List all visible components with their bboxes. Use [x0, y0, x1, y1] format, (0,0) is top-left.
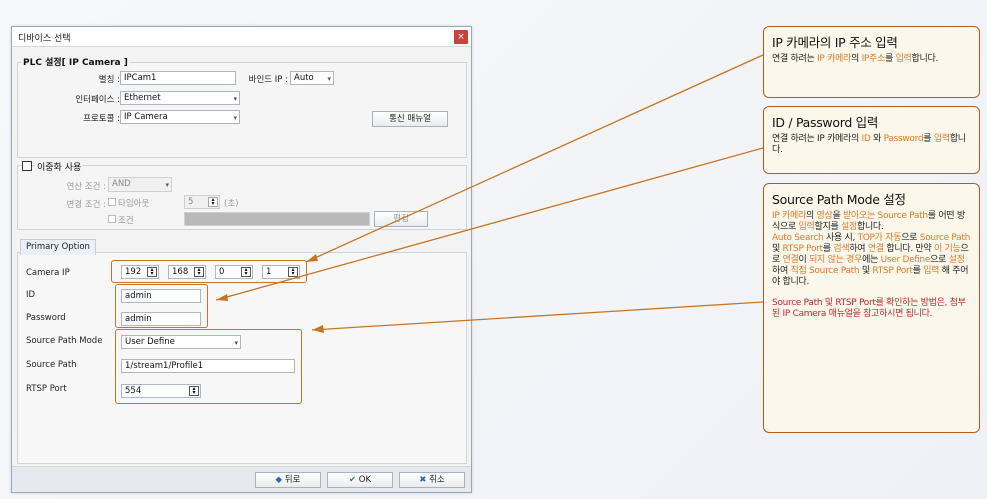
- arrowhead-source: [312, 325, 324, 333]
- callout-ip-address: IP 카메라의 IP 주소 입력 연결 하려는 IP 카메라의 IP주소를 입력…: [763, 26, 980, 98]
- callout-source-p2-segment: RTSP Port: [782, 244, 824, 254]
- callout-source-p1-segment: 입력: [798, 222, 815, 232]
- connector-source: [311, 301, 764, 331]
- callout-source-p2-segment: Source Path: [919, 233, 971, 243]
- callout-source-p1-segment: 받아오는 Source Path: [843, 211, 928, 221]
- callout-source-p2-segment: 으로: [930, 255, 949, 265]
- callout-source-p1-segment: 영상: [816, 211, 833, 221]
- callout-source-p2-segment: 입력: [923, 266, 940, 276]
- arrowhead-idpw: [216, 294, 228, 301]
- callout-source-p2-segment: TOP가 자동: [857, 233, 902, 243]
- callout-source-p2-segment: 를: [912, 266, 924, 276]
- connector-ip: [305, 54, 764, 263]
- callout-source-p1-segment: 의: [805, 211, 817, 221]
- callout-source-p2-segment: 검색: [833, 244, 850, 254]
- callout-source-p1-segment: 을: [832, 211, 844, 221]
- callout-source-p1-segment: 할지를: [814, 222, 841, 232]
- callout-source-p1: IP 카메라의 영상을 받아오는 Source Path를 어떤 방식으로 입력…: [772, 211, 971, 233]
- callout-source-p2-segment: 이 기능: [933, 244, 961, 254]
- callout-source-p2-segment: User Define: [880, 255, 931, 265]
- callout-idpw-body: 연결 하려는 IP 카메라의 ID 와 Password를 입력합니다.: [772, 134, 966, 155]
- callout-source-p2: Auto Search 사용 시, TOP가 자동으로 Source Path …: [772, 233, 971, 288]
- callout-source-p3: Source Path 및 RTSP Port를 확인하는 방법은, 첨부된 I…: [772, 298, 966, 319]
- callout-source-p1-segment: IP 카메라: [772, 211, 806, 221]
- callout-source-p2-segment: 를: [822, 244, 834, 254]
- callout-source-p2-segment: 으로: [901, 233, 920, 243]
- callout-source-path: Source Path Mode 설정 IP 카메라의 영상을 받아오는 Sou…: [763, 183, 980, 433]
- callout-source-p1-segment: 합니다.: [856, 222, 884, 232]
- callout-ip-title: IP 카메라의 IP 주소 입력: [772, 35, 898, 50]
- callout-source-p2-segment: 에는: [862, 255, 881, 265]
- callout-source-p2-segment: 사용 시,: [823, 233, 858, 243]
- callout-source-p2-segment: 설정: [948, 255, 965, 265]
- callout-source-title: Source Path Mode 설정: [772, 192, 906, 207]
- callout-source-p2-segment: 합니다. 만약: [883, 244, 934, 254]
- callout-source-p2-segment: 직접 Source Path: [790, 266, 860, 276]
- callout-id-password: ID / Password 입력 연결 하려는 IP 카메라의 ID 와 Pas…: [763, 106, 980, 174]
- callout-source-p2-segment: 및: [772, 244, 783, 254]
- connector-idpw: [215, 147, 764, 301]
- callout-ip-body: 연결 하려는 IP 카메라의 IP주소를 입력합니다.: [772, 54, 939, 64]
- callout-source-p2-segment: 하여: [772, 266, 791, 276]
- callout-source-p2-segment: 연결: [867, 244, 884, 254]
- callout-source-p2-segment: RTSP Port: [872, 266, 913, 276]
- callout-source-p2-segment: 되지 않는 경우: [809, 255, 863, 265]
- callout-source-p2-segment: 이: [798, 255, 810, 265]
- callout-source-p2-segment: 및: [859, 266, 873, 276]
- callout-source-p2-segment: 연결: [782, 255, 799, 265]
- callout-source-p1-segment: 설정: [841, 222, 857, 232]
- callout-source-p2-segment: 하여: [849, 244, 868, 254]
- callout-source-p2-segment: Auto Search: [772, 233, 824, 243]
- callout-idpw-title: ID / Password 입력: [772, 115, 879, 130]
- arrowhead-ip: [306, 254, 318, 262]
